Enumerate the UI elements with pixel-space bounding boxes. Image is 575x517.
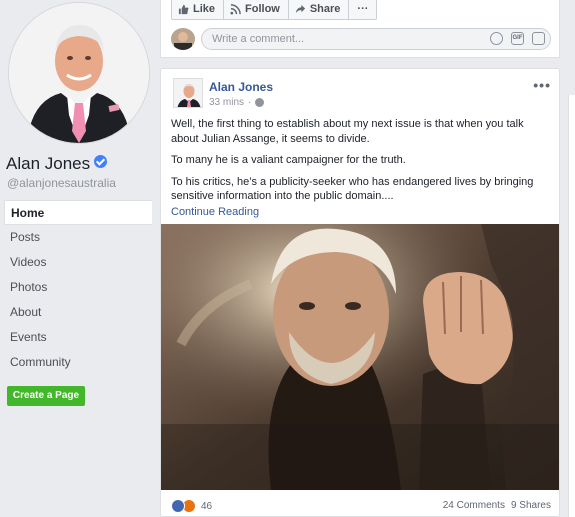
post-options-menu[interactable]: ••• bbox=[533, 77, 551, 93]
post-body: Well, the first thing to establish about… bbox=[171, 117, 551, 219]
post-paragraph: To his critics, he’s a publicity-seeker … bbox=[171, 175, 534, 203]
like-label: Like bbox=[193, 3, 216, 15]
page-name[interactable]: Alan Jones bbox=[6, 154, 108, 174]
nav-item-community[interactable]: Community bbox=[4, 350, 152, 375]
nav-item-events[interactable]: Events bbox=[4, 325, 152, 350]
page-action-bar: Like Follow Share ··· bbox=[171, 0, 378, 20]
commenter-avatar bbox=[171, 28, 195, 50]
post-photo[interactable] bbox=[161, 224, 559, 490]
left-sidebar: Alan Jones @alanjonesaustralia Home Post… bbox=[0, 0, 160, 517]
post-stats: 46 24 Comments 9 Shares bbox=[171, 499, 551, 515]
nav-item-photos[interactable]: Photos bbox=[4, 275, 152, 300]
post-author-name[interactable]: Alan Jones bbox=[209, 80, 273, 94]
post-photo-illustration bbox=[161, 224, 559, 490]
comment-composer: Write a comment... GIF bbox=[171, 28, 553, 52]
globe-icon bbox=[255, 98, 265, 107]
shares-count-link[interactable]: 9 Shares bbox=[511, 500, 551, 511]
sticker-icon[interactable] bbox=[532, 32, 545, 45]
nav-item-posts[interactable]: Posts bbox=[4, 225, 152, 250]
page-handle: @alanjonesaustralia bbox=[7, 176, 116, 190]
post-card: Alan Jones 33 mins · ••• Well, the first… bbox=[160, 68, 560, 517]
create-page-button[interactable]: Create a Page bbox=[7, 386, 85, 406]
engagement-counts: 24 Comments 9 Shares bbox=[443, 500, 551, 511]
page-nav: Home Posts Videos Photos About Events Co… bbox=[4, 200, 152, 375]
page-name-text: Alan Jones bbox=[6, 154, 91, 173]
post-paragraph: To many he is a valiant campaigner for t… bbox=[171, 154, 406, 166]
post-time-text: 33 mins bbox=[209, 97, 245, 108]
reaction-count: 46 bbox=[201, 500, 213, 512]
like-icon bbox=[178, 4, 189, 14]
like-reaction-icon bbox=[171, 499, 185, 513]
share-label: Share bbox=[309, 3, 341, 15]
right-column-edge bbox=[568, 95, 575, 517]
nav-item-home[interactable]: Home bbox=[4, 200, 152, 225]
nav-item-about[interactable]: About bbox=[4, 300, 152, 325]
reactions-summary[interactable]: 46 bbox=[171, 499, 212, 513]
profile-picture[interactable] bbox=[8, 2, 150, 144]
rss-follow-icon bbox=[230, 3, 241, 15]
nav-item-videos[interactable]: Videos bbox=[4, 250, 152, 275]
gif-icon[interactable]: GIF bbox=[511, 32, 524, 45]
more-button[interactable]: ··· bbox=[349, 0, 376, 19]
post-author-avatar[interactable] bbox=[173, 78, 203, 108]
post-timestamp[interactable]: 33 mins · bbox=[209, 97, 265, 108]
follow-label: Follow bbox=[245, 3, 280, 15]
previous-post-footer: Like Follow Share ··· Write a comment...… bbox=[160, 0, 560, 58]
share-arrow-icon bbox=[295, 4, 305, 13]
follow-button[interactable]: Follow bbox=[224, 0, 289, 19]
more-icon: ··· bbox=[357, 3, 369, 15]
emoji-icon[interactable] bbox=[490, 32, 503, 45]
comment-tools: GIF bbox=[490, 32, 545, 45]
share-button[interactable]: Share bbox=[289, 0, 350, 19]
profile-photo-illustration bbox=[9, 3, 149, 143]
verified-badge-icon bbox=[94, 155, 108, 168]
like-button[interactable]: Like bbox=[172, 0, 225, 19]
continue-reading-link[interactable]: Continue Reading bbox=[171, 205, 551, 220]
post-paragraph: Well, the first thing to establish about… bbox=[171, 118, 524, 145]
comments-count-link[interactable]: 24 Comments bbox=[443, 500, 505, 511]
